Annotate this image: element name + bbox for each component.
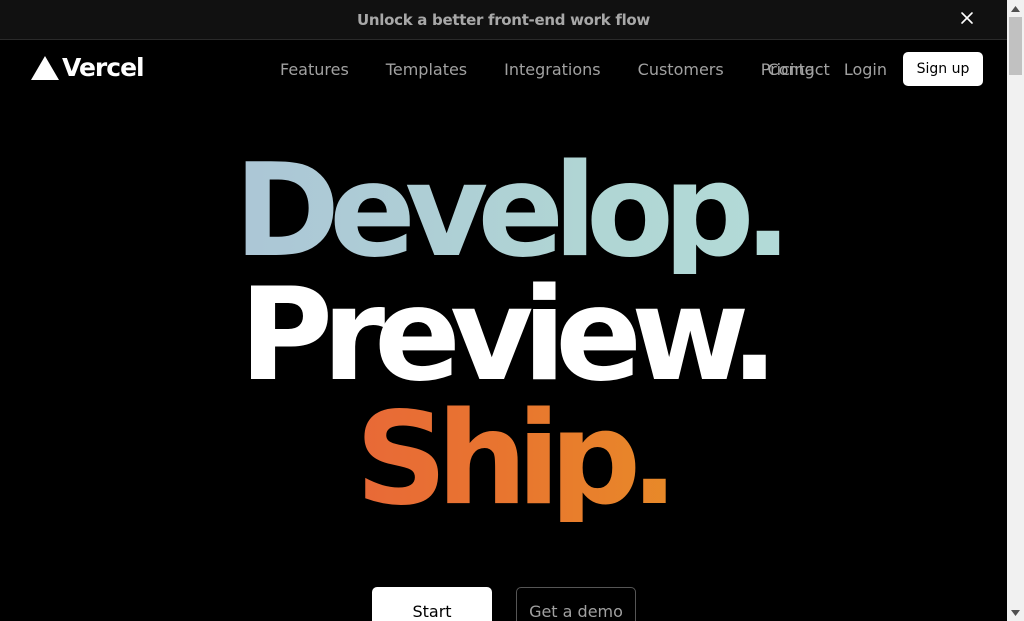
nav-link-features[interactable]: Features <box>268 59 349 79</box>
vercel-triangle-icon <box>31 55 59 80</box>
navbar: Vercel Features Templates Integrations C… <box>0 40 1007 100</box>
page: Unlock a better front-end work flow Verc… <box>0 0 1007 621</box>
nav-link-customers[interactable]: Customers <box>626 59 724 79</box>
get-demo-button[interactable]: Get a demo <box>516 587 636 621</box>
scroll-down-arrow-icon[interactable] <box>1007 604 1024 621</box>
hero-line-develop: Develop. <box>0 148 1007 276</box>
signup-button[interactable]: Sign up <box>903 52 983 86</box>
brand-logo[interactable]: Vercel <box>30 53 145 82</box>
scrollbar-thumb[interactable] <box>1009 17 1022 75</box>
scrollbar[interactable] <box>1007 0 1024 621</box>
hero-line-preview: Preview. <box>239 261 779 410</box>
announcement-banner[interactable]: Unlock a better front-end work flow <box>0 0 1007 40</box>
nav-link-templates[interactable]: Templates <box>374 59 467 79</box>
account-nav: Contact Login Sign up <box>768 52 983 86</box>
brand-name: Vercel <box>62 53 145 82</box>
hero-heading: Develop. Preview. Ship. <box>0 148 1007 524</box>
contact-link[interactable]: Contact <box>768 60 830 79</box>
scroll-up-arrow-icon[interactable] <box>1007 0 1024 17</box>
primary-nav: Features Templates Integrations Customer… <box>268 59 840 79</box>
hero-line-ship: Ship. <box>0 396 1007 524</box>
start-deploying-button[interactable]: Start deploying <box>372 587 492 621</box>
login-link[interactable]: Login <box>844 60 887 79</box>
banner-text[interactable]: Unlock a better front-end work flow <box>357 11 650 29</box>
close-icon[interactable] <box>959 10 975 26</box>
nav-link-integrations[interactable]: Integrations <box>492 59 601 79</box>
